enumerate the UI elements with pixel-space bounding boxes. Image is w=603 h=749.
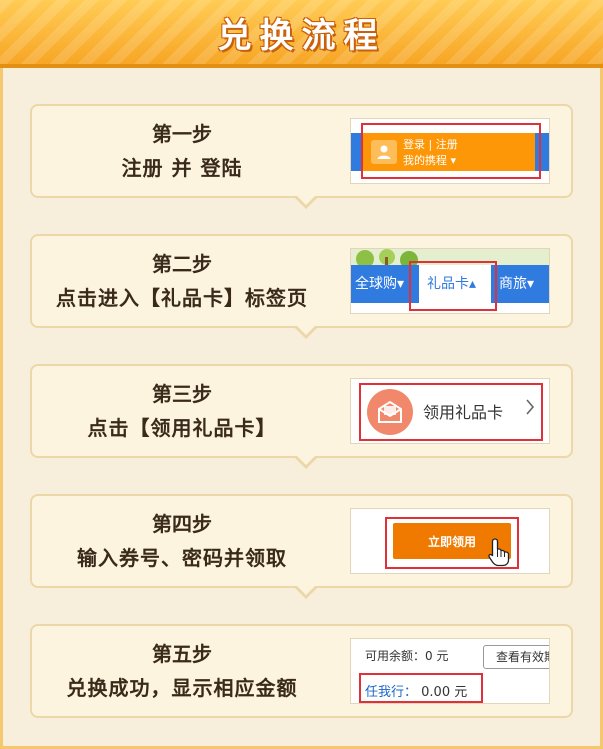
- banner: 兑换流程: [0, 0, 603, 68]
- step-5-screenshot: 可用余额：0 元 查看有效期 任我行： 0.00 元: [350, 638, 550, 704]
- highlight-box: [385, 517, 519, 569]
- highlight-box: [361, 123, 541, 179]
- step-3-title: 第三步: [152, 382, 212, 406]
- step-4-title: 第四步: [152, 512, 212, 536]
- step-3: 第三步 点击【领用礼品卡】 领用礼品卡: [30, 364, 573, 469]
- step-3-screenshot: 领用礼品卡: [350, 378, 550, 444]
- step-1-screenshot: 登录 | 注册 我的携程 ▾: [350, 118, 550, 184]
- page-title: 兑换流程: [217, 15, 386, 56]
- step-2: 第二步 点击进入【礼品卡】标签页 全球购▾ 礼品卡▴ 商旅▾: [30, 234, 573, 339]
- step-2-desc: 点击进入【礼品卡】标签页: [56, 286, 308, 310]
- highlight-box: [359, 673, 483, 703]
- step-3-desc: 点击【领用礼品卡】: [87, 416, 277, 440]
- nav-global-shopping[interactable]: 全球购▾: [355, 265, 404, 303]
- step-5-title: 第五步: [152, 642, 212, 666]
- step-4: 第四步 输入券号、密码并领取 立即领用: [30, 494, 573, 599]
- step-5-desc: 兑换成功，显示相应金额: [66, 676, 298, 700]
- nav-business-travel[interactable]: 商旅▾: [499, 265, 534, 303]
- step-4-screenshot: 立即领用: [350, 508, 550, 574]
- step-1-title: 第一步: [152, 122, 212, 146]
- step-1-desc: 注册 并 登陆: [121, 156, 243, 180]
- step-1: 第一步 注册 并 登陆 登录 | 注册 我的携程 ▾: [30, 104, 573, 209]
- step-5: 第五步 兑换成功，显示相应金额 可用余额：0 元 查看有效期 任我行： 0.00…: [30, 624, 573, 718]
- step-2-title: 第二步: [152, 252, 212, 276]
- step-2-screenshot: 全球购▾ 礼品卡▴ 商旅▾: [350, 248, 550, 314]
- view-validity-button[interactable]: 查看有效期: [483, 645, 549, 669]
- highlight-box: [409, 261, 497, 311]
- highlight-box: [359, 383, 543, 441]
- step-4-desc: 输入券号、密码并领取: [77, 546, 287, 570]
- available-balance: 可用余额：0 元: [365, 649, 449, 663]
